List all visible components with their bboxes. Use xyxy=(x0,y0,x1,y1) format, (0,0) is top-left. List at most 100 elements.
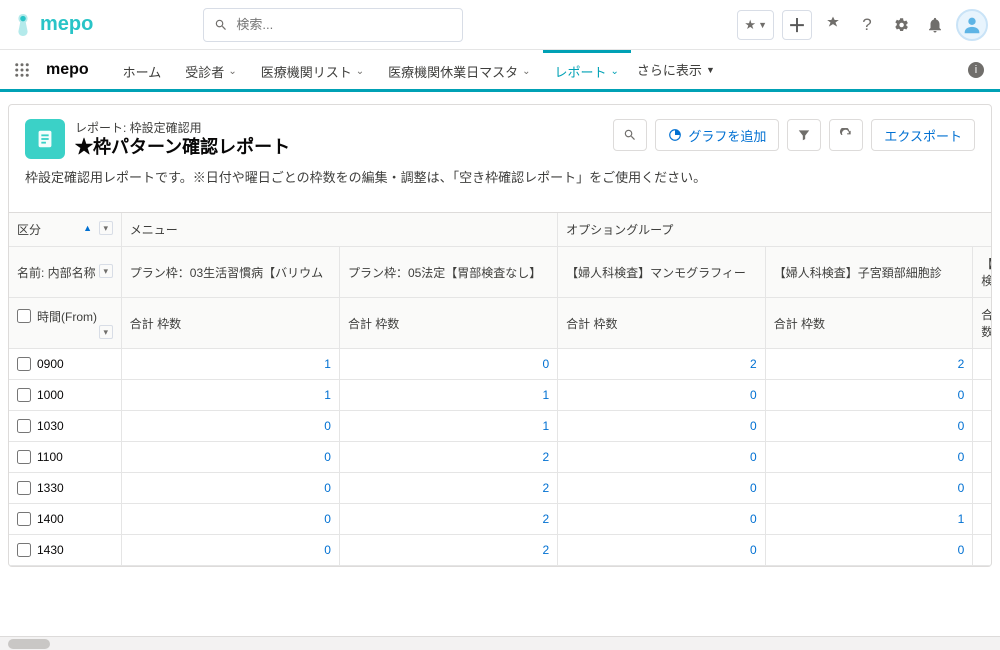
notifications-button[interactable] xyxy=(922,12,948,38)
tab-medical-list[interactable]: 医療機関リスト⌄ xyxy=(249,50,376,89)
setup-button[interactable] xyxy=(888,12,914,38)
salescloud-icon-button[interactable] xyxy=(820,12,846,38)
cell-value[interactable]: 0 xyxy=(558,535,766,566)
col-header[interactable]: 【婦人科検 xyxy=(973,247,991,298)
cell-value xyxy=(973,411,991,442)
cell-value xyxy=(973,535,991,566)
chevron-down-icon: ▼ xyxy=(758,20,767,30)
cell-value[interactable]: 0 xyxy=(121,473,339,504)
cell-value[interactable]: 0 xyxy=(558,473,766,504)
time-value: 1000 xyxy=(37,388,64,402)
horizontal-scrollbar[interactable] xyxy=(0,636,1000,650)
cell-value[interactable]: 1 xyxy=(339,380,557,411)
subheader: 合計 枠数 xyxy=(765,298,973,349)
row-checkbox[interactable] xyxy=(17,450,31,464)
subheader: 合計 枠数 xyxy=(121,298,339,349)
filter-button[interactable] xyxy=(787,119,821,151)
add-button[interactable]: ＋ xyxy=(782,10,812,40)
cell-value[interactable]: 2 xyxy=(339,473,557,504)
col-header[interactable]: プラン枠：05法定【胃部検査なし】 xyxy=(339,247,557,298)
filter-icon[interactable]: ▾ xyxy=(99,264,113,278)
cell-value[interactable]: 2 xyxy=(339,535,557,566)
row-checkbox[interactable] xyxy=(17,512,31,526)
tab-examinees[interactable]: 受診者⌄ xyxy=(173,50,248,89)
cell-value[interactable]: 0 xyxy=(765,442,973,473)
cell-value[interactable]: 1 xyxy=(339,411,557,442)
cell-value[interactable]: 1 xyxy=(121,349,339,380)
chevron-down-icon: ⌄ xyxy=(611,66,619,77)
time-value: 1030 xyxy=(37,419,64,433)
search-icon xyxy=(623,128,637,142)
avatar-icon xyxy=(961,14,983,36)
plus-icon: ＋ xyxy=(788,12,806,38)
brand-logo-icon xyxy=(12,12,34,38)
row-checkbox[interactable] xyxy=(17,419,31,433)
time-value: 0900 xyxy=(37,357,64,371)
group-header-option[interactable]: オプショングループ xyxy=(558,213,991,247)
tab-report[interactable]: レポート⌄ xyxy=(543,50,631,89)
cell-value[interactable]: 2 xyxy=(339,504,557,535)
report-search-button[interactable] xyxy=(613,119,647,151)
cell-value[interactable]: 2 xyxy=(765,349,973,380)
row-checkbox[interactable] xyxy=(17,357,31,371)
user-avatar[interactable] xyxy=(956,9,988,41)
add-chart-button[interactable]: グラフを追加 xyxy=(655,119,779,151)
cell-value[interactable]: 0 xyxy=(765,535,973,566)
app-launcher[interactable] xyxy=(8,56,36,84)
group-header-menu[interactable]: メニュー xyxy=(121,213,557,247)
cell-value[interactable]: 1 xyxy=(765,504,973,535)
cell-value[interactable]: 0 xyxy=(339,349,557,380)
refresh-button[interactable] xyxy=(829,119,863,151)
row-checkbox[interactable] xyxy=(17,481,31,495)
col-header[interactable]: 【婦人科検査】子宮頚部細胞診 xyxy=(765,247,973,298)
tabs-more[interactable]: さらに表示▼ xyxy=(637,60,715,79)
cell-value[interactable]: 0 xyxy=(121,535,339,566)
col-header[interactable]: プラン枠：03生活習慣病【バリウム xyxy=(121,247,339,298)
row-checkbox[interactable] xyxy=(17,543,31,557)
side-header-kubun[interactable]: 区分 ▾ xyxy=(9,213,121,247)
global-search[interactable] xyxy=(203,8,463,42)
table-row: 14000201 xyxy=(9,504,991,535)
tab-home[interactable]: ホーム xyxy=(111,50,174,89)
app-name: mepo xyxy=(46,61,89,79)
report-grid: 区分 ▾ メニュー オプショングループ 名前: 内部名称▾ プラン枠：03生活習… xyxy=(9,212,991,566)
cell-value[interactable]: 0 xyxy=(121,442,339,473)
time-value: 1400 xyxy=(37,512,64,526)
col-header[interactable]: 【婦人科検査】マンモグラフィー xyxy=(558,247,766,298)
help-button[interactable]: ? xyxy=(854,12,880,38)
cell-value xyxy=(973,442,991,473)
scrollbar-thumb[interactable] xyxy=(8,639,50,649)
cell-value[interactable]: 0 xyxy=(765,473,973,504)
time-value: 1430 xyxy=(37,543,64,557)
caret-down-icon: ▼ xyxy=(706,65,715,75)
cell-value[interactable]: 0 xyxy=(765,411,973,442)
gear-icon xyxy=(892,16,910,34)
cell-value[interactable]: 0 xyxy=(558,504,766,535)
selectall-checkbox[interactable] xyxy=(17,309,31,323)
search-input[interactable] xyxy=(236,17,452,32)
side-header-time[interactable]: 時間(From)▾ xyxy=(9,298,121,349)
brand[interactable]: mepo xyxy=(12,12,93,38)
cell-value[interactable]: 0 xyxy=(765,380,973,411)
question-icon: ? xyxy=(862,15,871,35)
cell-value[interactable]: 0 xyxy=(121,504,339,535)
cell-value[interactable]: 2 xyxy=(558,349,766,380)
cell-value[interactable]: 2 xyxy=(339,442,557,473)
brand-name: mepo xyxy=(40,13,93,36)
cell-value[interactable]: 0 xyxy=(558,411,766,442)
subheader: 合計 枠数 xyxy=(558,298,766,349)
filter-icon[interactable]: ▾ xyxy=(99,221,113,235)
cell-value[interactable]: 0 xyxy=(558,380,766,411)
export-button[interactable]: エクスポート xyxy=(871,119,975,151)
favorites-button[interactable]: ★ ▼ xyxy=(737,10,774,40)
cell-value[interactable]: 0 xyxy=(558,442,766,473)
filter-icon[interactable]: ▾ xyxy=(99,325,113,339)
info-icon[interactable]: i xyxy=(968,62,984,78)
refresh-icon xyxy=(839,128,853,142)
sort-asc-icon[interactable] xyxy=(83,223,92,234)
cell-value[interactable]: 1 xyxy=(121,380,339,411)
row-checkbox[interactable] xyxy=(17,388,31,402)
side-header-name[interactable]: 名前: 内部名称▾ xyxy=(9,247,121,298)
tab-holiday-master[interactable]: 医療機関休業日マスタ⌄ xyxy=(376,50,542,89)
cell-value[interactable]: 0 xyxy=(121,411,339,442)
